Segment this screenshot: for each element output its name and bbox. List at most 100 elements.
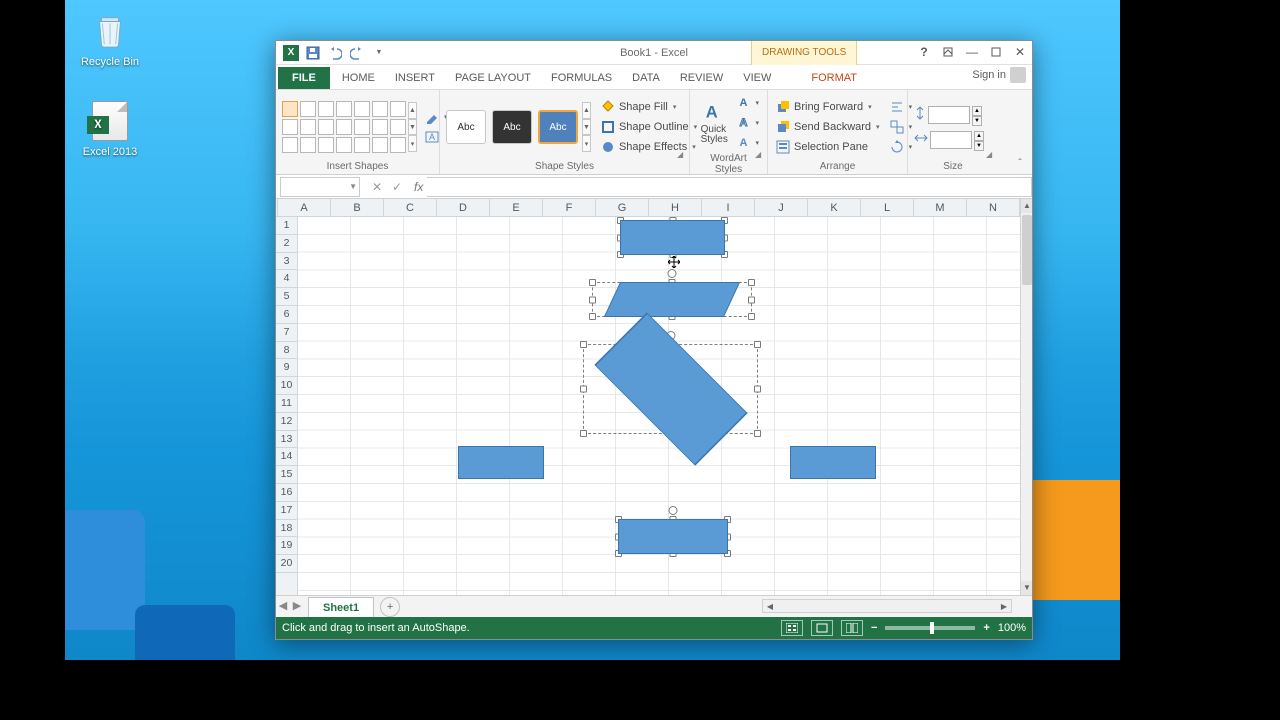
column-header[interactable]: K	[808, 199, 861, 216]
row-header[interactable]: 4	[276, 270, 297, 288]
row-header[interactable]: 9	[276, 359, 297, 377]
style-down-icon[interactable]: ▼	[582, 119, 591, 136]
view-page-layout-icon[interactable]	[811, 620, 833, 636]
column-header[interactable]: G	[596, 199, 649, 216]
tab-page-layout[interactable]: PAGE LAYOUT	[445, 67, 541, 89]
tab-insert[interactable]: INSERT	[385, 67, 445, 89]
row-header[interactable]: 2	[276, 235, 297, 253]
shape-process-bottom[interactable]	[618, 519, 728, 554]
gallery-up-icon[interactable]: ▲	[408, 102, 417, 119]
column-header[interactable]: B	[331, 199, 384, 216]
recycle-bin-icon[interactable]: Recycle Bin	[75, 10, 145, 68]
shape-process-right[interactable]	[790, 446, 876, 479]
shape-height-input[interactable]: ▲▼	[914, 106, 984, 125]
column-header[interactable]: L	[861, 199, 914, 216]
maximize-button[interactable]	[984, 41, 1008, 63]
style-preset-1[interactable]: Abc	[446, 110, 486, 144]
style-preset-2[interactable]: Abc	[492, 110, 532, 144]
shape-style-gallery[interactable]: Abc Abc Abc	[446, 110, 578, 144]
shape-width-input[interactable]: ▲▼	[914, 131, 984, 149]
column-header[interactable]: I	[702, 199, 755, 216]
row-header[interactable]: 18	[276, 520, 297, 538]
qat-undo-icon[interactable]	[326, 44, 344, 62]
enter-formula-icon[interactable]: ✓	[388, 180, 406, 194]
row-header[interactable]: 13	[276, 431, 297, 449]
column-header[interactable]: D	[437, 199, 490, 216]
quick-styles-button[interactable]: A Quick Styles	[696, 98, 732, 148]
row-headers[interactable]: 1234567891011121314151617181920	[276, 217, 298, 595]
sheet-tab-1[interactable]: Sheet1	[308, 597, 374, 617]
tab-file[interactable]: FILE	[278, 67, 330, 89]
row-header[interactable]: 14	[276, 448, 297, 466]
column-header[interactable]: E	[490, 199, 543, 216]
shapes-gallery[interactable]	[282, 101, 406, 153]
wordart-launcher-icon[interactable]: ◢	[755, 150, 765, 160]
sheet-nav-prev-icon[interactable]: ◀	[276, 599, 290, 615]
tab-review[interactable]: REVIEW	[670, 67, 733, 89]
qat-redo-icon[interactable]	[348, 44, 366, 62]
sheet-nav-next-icon[interactable]: ▶	[290, 599, 304, 615]
tab-view[interactable]: VIEW	[733, 67, 781, 89]
minimize-button[interactable]: —	[960, 41, 984, 63]
column-header[interactable]: H	[649, 199, 702, 216]
rotation-handle-icon[interactable]	[668, 269, 677, 278]
horizontal-scrollbar[interactable]: ◀▶	[762, 599, 1012, 613]
zoom-in-button[interactable]: +	[983, 622, 989, 634]
excel-shortcut-icon[interactable]: X Excel 2013	[75, 100, 145, 158]
gallery-more-icon[interactable]: ▾	[408, 135, 417, 152]
row-header[interactable]: 8	[276, 342, 297, 360]
collapse-ribbon-icon[interactable]: ˆ	[1012, 158, 1028, 172]
column-header[interactable]: J	[755, 199, 808, 216]
tab-format[interactable]: FORMAT	[801, 67, 867, 89]
excel-app-icon[interactable]: X	[282, 44, 300, 62]
shape-outline-button[interactable]: Shape Outline▾	[599, 118, 699, 136]
column-header[interactable]: A	[278, 199, 331, 216]
row-header[interactable]: 1	[276, 217, 297, 235]
zoom-out-button[interactable]: −	[871, 622, 877, 634]
row-header[interactable]: 16	[276, 484, 297, 502]
view-normal-icon[interactable]	[781, 620, 803, 636]
column-headers[interactable]: ABCDEFGHIJKLMN	[278, 199, 1020, 217]
size-launcher-icon[interactable]: ◢	[986, 150, 996, 160]
style-preset-3[interactable]: Abc	[538, 110, 578, 144]
shape-fill-button[interactable]: Shape Fill▾	[599, 98, 699, 116]
row-header[interactable]: 7	[276, 324, 297, 342]
shape-data[interactable]	[604, 282, 740, 317]
row-header[interactable]: 20	[276, 555, 297, 573]
tab-formulas[interactable]: FORMULAS	[541, 67, 622, 89]
tab-home[interactable]: HOME	[332, 67, 385, 89]
row-header[interactable]: 5	[276, 288, 297, 306]
formula-input[interactable]	[427, 177, 1032, 197]
column-header[interactable]: C	[384, 199, 437, 216]
row-header[interactable]: 6	[276, 306, 297, 324]
sign-in-link[interactable]: Sign in	[972, 67, 1026, 83]
cancel-formula-icon[interactable]: ✕	[368, 180, 386, 194]
text-fill-button[interactable]: A▾	[734, 94, 761, 112]
bring-forward-button[interactable]: Bring Forward▾	[774, 98, 882, 116]
shape-process-1[interactable]	[620, 220, 725, 255]
view-page-break-icon[interactable]	[841, 620, 863, 636]
shape-process-left[interactable]	[458, 446, 544, 479]
gallery-down-icon[interactable]: ▼	[408, 119, 417, 136]
add-sheet-button[interactable]: +	[380, 597, 400, 617]
name-box[interactable]: ▼	[280, 177, 360, 197]
shape-styles-launcher-icon[interactable]: ◢	[677, 150, 687, 160]
style-more-icon[interactable]: ▾	[582, 135, 591, 152]
rotation-handle-icon[interactable]	[669, 506, 678, 515]
help-button[interactable]: ?	[912, 41, 936, 63]
ribbon-display-options-icon[interactable]	[936, 41, 960, 63]
tab-data[interactable]: DATA	[622, 67, 670, 89]
row-header[interactable]: 19	[276, 537, 297, 555]
row-header[interactable]: 15	[276, 466, 297, 484]
row-header[interactable]: 10	[276, 377, 297, 395]
column-header[interactable]: N	[967, 199, 1020, 216]
zoom-slider[interactable]	[885, 626, 975, 630]
row-header[interactable]: 12	[276, 413, 297, 431]
title-bar[interactable]: X ▼ Book1 - Excel DRAWING TOOLS ? — ✕	[276, 41, 1032, 65]
row-header[interactable]: 3	[276, 253, 297, 271]
row-header[interactable]: 11	[276, 395, 297, 413]
text-outline-button[interactable]: A▾	[734, 114, 761, 132]
cell-area[interactable]	[298, 217, 1020, 595]
style-up-icon[interactable]: ▲	[582, 102, 591, 119]
shape-decision[interactable]	[583, 344, 758, 434]
